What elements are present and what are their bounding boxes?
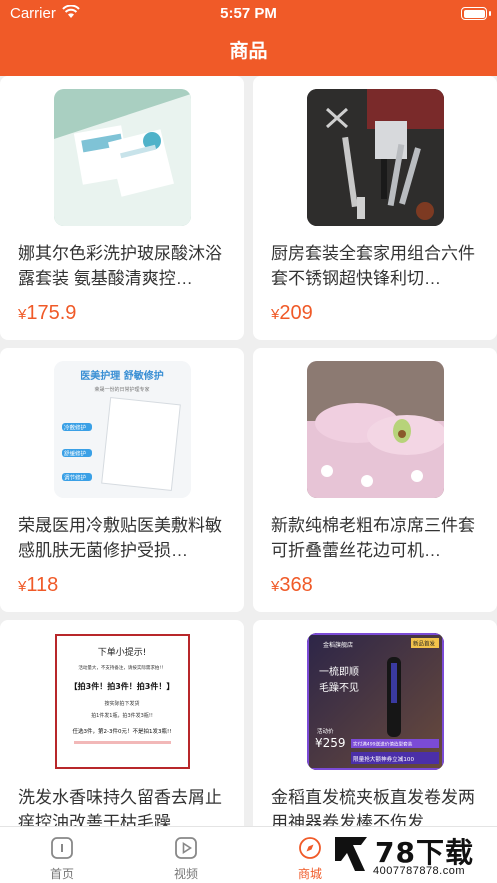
tab-label: 首页	[49, 867, 74, 881]
image-tag: 调节修护	[64, 474, 87, 482]
image-brand: 金稻旗舰店	[323, 641, 353, 649]
tab-video[interactable]: 视频	[124, 827, 248, 883]
product-price: ¥209	[271, 302, 313, 324]
product-card[interactable]: 新款纯棉老粗布凉席三件套可折叠蕾丝花边可机… ¥368	[253, 348, 497, 612]
product-card[interactable]: 下单小提示! 活动量大，不支持备注，请按实际需求拍!！ 【拍3件！拍3件！拍3件…	[0, 620, 244, 826]
product-image: 下单小提示! 活动量大，不支持备注，请按实际需求拍!！ 【拍3件！拍3件！拍3件…	[54, 633, 191, 770]
product-image	[307, 361, 444, 498]
watermark-logo-icon	[335, 837, 367, 871]
image-heading: 下单小提示!	[98, 646, 147, 658]
tab-home[interactable]: 首页	[0, 827, 124, 883]
product-grid[interactable]: 娜其尔色彩洗护玻尿酸沐浴露套装 氨基酸清爽控… ¥175.9 厨房套装全套家用组…	[0, 76, 497, 826]
product-card[interactable]: 厨房套装全套家用组合六件套不锈钢超快锋利切… ¥209	[253, 76, 497, 340]
image-promo-label: 活动价	[317, 727, 334, 735]
product-card[interactable]: 娜其尔色彩洗护玻尿酸沐浴露套装 氨基酸清爽控… ¥175.9	[0, 76, 244, 340]
product-title: 厨房套装全套家用组合六件套不锈钢超快锋利切…	[271, 244, 475, 288]
product-title: 金稻直发梳夹板直发卷发两用神器卷发棒不伤发…	[271, 788, 475, 826]
image-line: 【拍3件！拍3件！拍3件！】	[70, 681, 175, 691]
product-title: 洗发水香味持久留香去屑止痒控油改善干枯毛躁…	[18, 788, 222, 826]
nav-bar: 商品	[0, 28, 497, 76]
image-promo-price: ¥259	[315, 736, 346, 750]
product-image: 医美护理 舒敏修护 荣晟一份的日常护理专家 冷敷修护 舒缓修护 调节修护	[54, 361, 191, 498]
image-line: 任选3件，第2-3件0元！不是拍1发3瓶!!	[73, 727, 172, 735]
image-promo-note: 实付满499送送价值造型套装	[353, 741, 413, 748]
product-card[interactable]: 金稻旗舰店 新品首发 一梳即顺 毛躁不见 活动价 ¥259 实付满499送送价值…	[253, 620, 497, 826]
product-title: 新款纯棉老粗布凉席三件套可折叠蕾丝花边可机…	[271, 516, 475, 560]
product-image	[307, 89, 444, 226]
product-title: 娜其尔色彩洗护玻尿酸沐浴露套装 氨基酸清爽控…	[18, 244, 222, 288]
image-line: 拍1件发1瓶，拍3件发3瓶!!	[91, 712, 153, 719]
tab-label: 视频	[173, 867, 198, 881]
image-line: 活动量大，不支持备注，请按实际需求拍!！	[78, 664, 165, 671]
product-price: ¥368	[271, 574, 313, 596]
image-tag: 冷敷修护	[64, 424, 87, 432]
product-image: 金稻旗舰店 新品首发 一梳即顺 毛躁不见 活动价 ¥259 实付满499送送价值…	[307, 633, 444, 770]
home-icon	[51, 837, 73, 859]
product-price: ¥175.9	[18, 302, 77, 324]
product-price: ¥118	[18, 574, 59, 596]
compass-icon	[299, 837, 321, 859]
product-title: 荣晟医用冷敷贴医美敷料敏感肌肤无菌修护受损…	[18, 516, 222, 560]
image-coupon: 限量抢大额神券立减100	[353, 755, 414, 763]
product-image	[54, 89, 191, 226]
status-time: 5:57 PM	[220, 5, 277, 22]
image-tag: 新品首发	[413, 640, 436, 648]
image-headline: 医美护理 舒敏修护	[80, 369, 163, 382]
watermark-url: 4007787878.com	[373, 865, 466, 877]
battery-icon	[461, 7, 491, 20]
image-slogan: 一梳即顺	[319, 665, 359, 678]
video-icon	[175, 837, 197, 859]
watermark: 78下载 4007787878.com	[329, 829, 491, 881]
status-bar: Carrier 5:57 PM	[0, 0, 497, 28]
product-card[interactable]: 医美护理 舒敏修护 荣晟一份的日常护理专家 冷敷修护 舒缓修护 调节修护 荣晟医…	[0, 348, 244, 612]
page-title: 商品	[229, 41, 268, 62]
image-subline: 荣晟一份的日常护理专家	[94, 386, 149, 393]
image-tag: 舒缓修护	[64, 450, 87, 458]
image-slogan: 毛躁不见	[319, 682, 359, 694]
image-line: 按实际拍下发货	[104, 700, 139, 707]
